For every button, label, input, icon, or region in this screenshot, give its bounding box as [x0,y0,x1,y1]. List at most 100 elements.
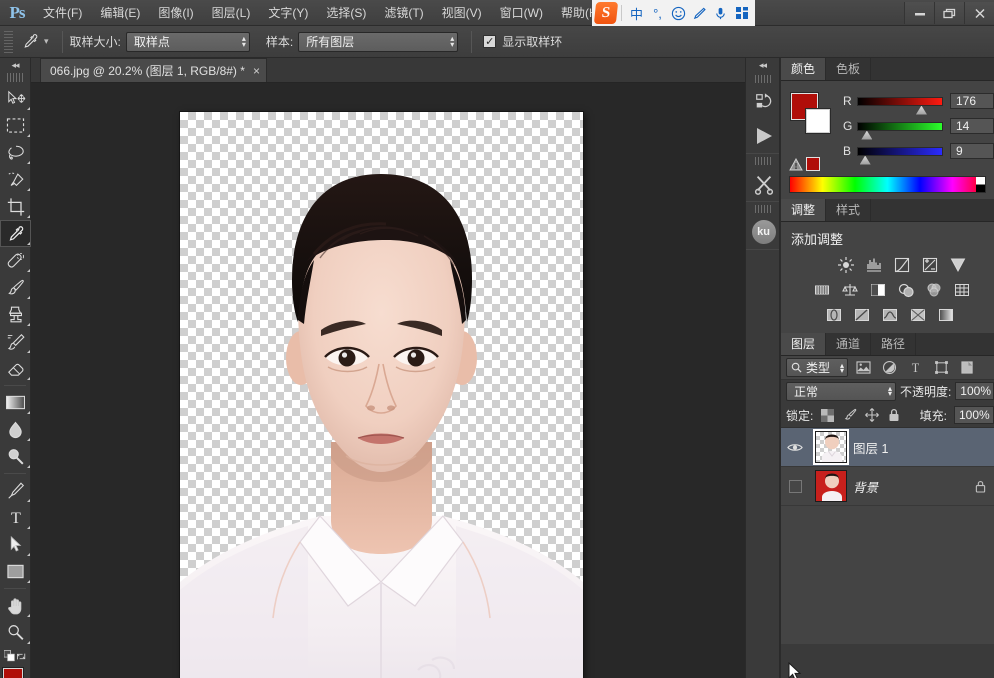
mini-dock-grip-1[interactable] [754,75,771,83]
out-of-gamut-swatch[interactable] [806,157,820,171]
tab-styles[interactable]: 样式 [826,199,872,221]
channel-g-track[interactable] [857,121,943,140]
brightness-contrast-icon[interactable] [835,255,857,275]
ime-language-icon[interactable]: 中 [626,2,647,24]
color-lookup-icon[interactable] [951,280,973,300]
microphone-icon[interactable] [710,2,731,24]
foreground-color-swatch[interactable] [3,668,23,678]
ku-badge[interactable]: ku [746,215,781,249]
layer-visibility-toggle-2[interactable] [783,479,807,493]
show-sampling-ring-checkbox[interactable]: ✓ [483,35,497,48]
levels-icon[interactable] [863,255,885,275]
default-colors-icon[interactable] [4,649,16,663]
filter-adjustment-icon[interactable] [879,358,900,378]
channel-b-value[interactable]: 9 [950,143,994,159]
tools-collapse-button[interactable]: ◂◂ [0,58,30,72]
menu-edit[interactable]: 编辑(E) [91,0,149,26]
gradient-map-icon[interactable] [907,305,929,325]
tools-grip[interactable] [7,73,23,82]
restore-button[interactable] [934,2,964,24]
hue-saturation-icon[interactable] [811,280,833,300]
brush-tool[interactable] [0,274,31,301]
gradient-tool[interactable] [0,389,31,416]
menu-select[interactable]: 选择(S) [317,0,375,26]
menu-window[interactable]: 窗口(W) [491,0,552,26]
clone-stamp-tool[interactable] [0,301,31,328]
lock-transparency-icon[interactable] [820,408,835,423]
menu-type[interactable]: 文字(Y) [259,0,317,26]
tools-scissors-icon[interactable] [746,167,781,201]
eraser-tool[interactable] [0,355,31,382]
channel-g-value[interactable]: 14 [950,118,994,134]
apps-grid-icon[interactable] [731,2,752,24]
channel-g-thumb[interactable] [861,130,873,140]
zoom-tool[interactable] [0,619,31,646]
pen-icon[interactable] [689,2,710,24]
play-icon[interactable] [746,119,781,153]
swap-colors-icon[interactable] [16,650,26,663]
rectangular-marquee-tool[interactable] [0,112,31,139]
menu-view[interactable]: 视图(V) [433,0,491,26]
close-button[interactable] [964,2,994,24]
document-tab[interactable]: 066.jpg @ 20.2% (图层 1, RGB/8#) * × [40,58,267,82]
tab-swatches[interactable]: 色板 [826,58,872,80]
smiley-icon[interactable] [668,2,689,24]
table-row[interactable]: 背景 [781,467,994,506]
black-white-icon[interactable] [867,280,889,300]
color-balance-icon[interactable] [839,280,861,300]
sample-select[interactable]: 所有图层 ▴ ▾ [298,31,459,52]
minimize-button[interactable] [904,2,934,24]
layer-visibility-toggle-1[interactable] [783,442,807,453]
channel-b-thumb[interactable] [859,155,871,165]
posterize-icon[interactable] [851,305,873,325]
mini-dock-grip-3[interactable] [754,205,771,213]
layer-thumbnail-1[interactable] [815,431,847,463]
menu-layer[interactable]: 图层(L) [203,0,260,26]
channel-r-thumb[interactable] [915,105,927,115]
lock-position-icon[interactable] [864,408,879,423]
channel-b-track[interactable] [857,146,943,165]
eyedropper-tool[interactable] [0,220,31,247]
path-selection-tool[interactable] [0,531,31,558]
rectangle-tool[interactable] [0,558,31,585]
mini-dock-collapse-button[interactable]: ◂◂ [746,58,779,72]
color-spectrum-ramp[interactable] [789,176,986,193]
layer-name-1[interactable]: 图层 1 [853,438,888,457]
history-brush-tool[interactable] [0,328,31,355]
menu-file[interactable]: 文件(F) [34,0,91,26]
canvas-area[interactable] [31,83,745,678]
channel-r-value[interactable]: 176 [950,93,994,109]
lock-image-icon[interactable] [842,408,857,423]
channel-mixer-icon[interactable] [923,280,945,300]
threshold-icon[interactable] [879,305,901,325]
mini-dock-grip-2[interactable] [754,157,771,165]
pen-tool[interactable] [0,477,31,504]
crop-tool[interactable] [0,193,31,220]
tab-channels[interactable]: 通道 [826,333,872,355]
filter-shape-icon[interactable] [931,358,952,378]
tab-paths[interactable]: 路径 [871,333,917,355]
healing-brush-tool[interactable] [0,247,31,274]
invert-icon[interactable] [823,305,845,325]
sogou-logo-icon[interactable]: S [593,2,619,24]
color-background-swatch[interactable] [806,109,830,133]
out-of-gamut-warning[interactable] [789,157,820,171]
filter-smart-icon[interactable] [957,358,978,378]
menu-image[interactable]: 图像(I) [149,0,202,26]
exposure-icon[interactable] [919,255,941,275]
layer-thumbnail-2[interactable] [815,470,847,502]
lasso-tool[interactable] [0,139,31,166]
fill-value[interactable]: 100% [954,406,994,424]
move-tool[interactable] [0,85,31,112]
dodge-tool[interactable] [0,443,31,470]
vibrance-icon[interactable] [947,255,969,275]
options-bar-grip[interactable] [4,30,13,53]
opacity-value[interactable]: 100% [955,382,994,400]
sample-size-select[interactable]: 取样点 ▴ ▾ [125,31,250,52]
ime-punctuation-icon[interactable]: °, [647,2,668,24]
horizontal-type-tool[interactable]: T [0,504,31,531]
history-actions-icon[interactable] [746,85,781,119]
layer-list-empty-area[interactable] [781,506,994,644]
eyedropper-tool-icon[interactable] [17,30,43,54]
selective-color-icon[interactable] [935,305,957,325]
